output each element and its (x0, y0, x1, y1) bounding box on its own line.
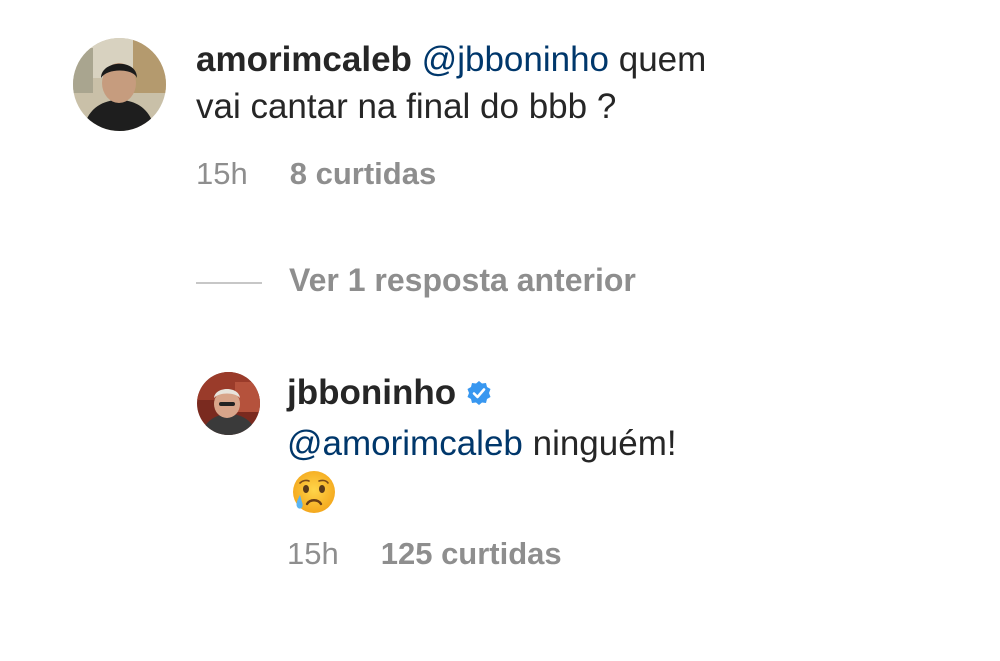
commenter-avatar[interactable] (73, 38, 166, 131)
comment-mention[interactable]: @jbboninho (422, 40, 609, 79)
comment-text-line-1: amorimcaleb @jbboninho quem (196, 36, 706, 83)
reply-author-row: jbboninho (287, 369, 492, 416)
reply-timestamp[interactable]: 15h (287, 536, 339, 571)
crying-face-emoji-icon (289, 468, 339, 516)
reply-meta: 15h 125 curtidas (287, 536, 562, 572)
reply-author-username[interactable]: jbboninho (287, 369, 456, 416)
commenter-username[interactable]: amorimcaleb (196, 40, 412, 79)
reply-mention[interactable]: @amorimcaleb (287, 424, 523, 463)
comment-text-part: quem (609, 40, 707, 79)
verified-badge-icon (466, 380, 492, 406)
view-previous-replies-button[interactable]: Ver 1 resposta anterior (289, 262, 636, 299)
comment-timestamp[interactable]: 15h (196, 156, 248, 191)
replies-divider (196, 282, 262, 284)
reply-text: @amorimcaleb ninguém! (287, 420, 677, 467)
user-avatar-photo-icon (73, 38, 166, 131)
comment-meta: 15h 8 curtidas (196, 156, 436, 192)
comment-likes-count[interactable]: 8 curtidas (290, 156, 436, 191)
comment-text-line-2: vai cantar na final do bbb ? (196, 87, 617, 126)
user-avatar-photo-icon (197, 372, 260, 435)
reply-likes-count[interactable]: 125 curtidas (381, 536, 562, 571)
reply-author-avatar[interactable] (197, 372, 260, 435)
reply-text-part: ninguém! (522, 424, 677, 463)
